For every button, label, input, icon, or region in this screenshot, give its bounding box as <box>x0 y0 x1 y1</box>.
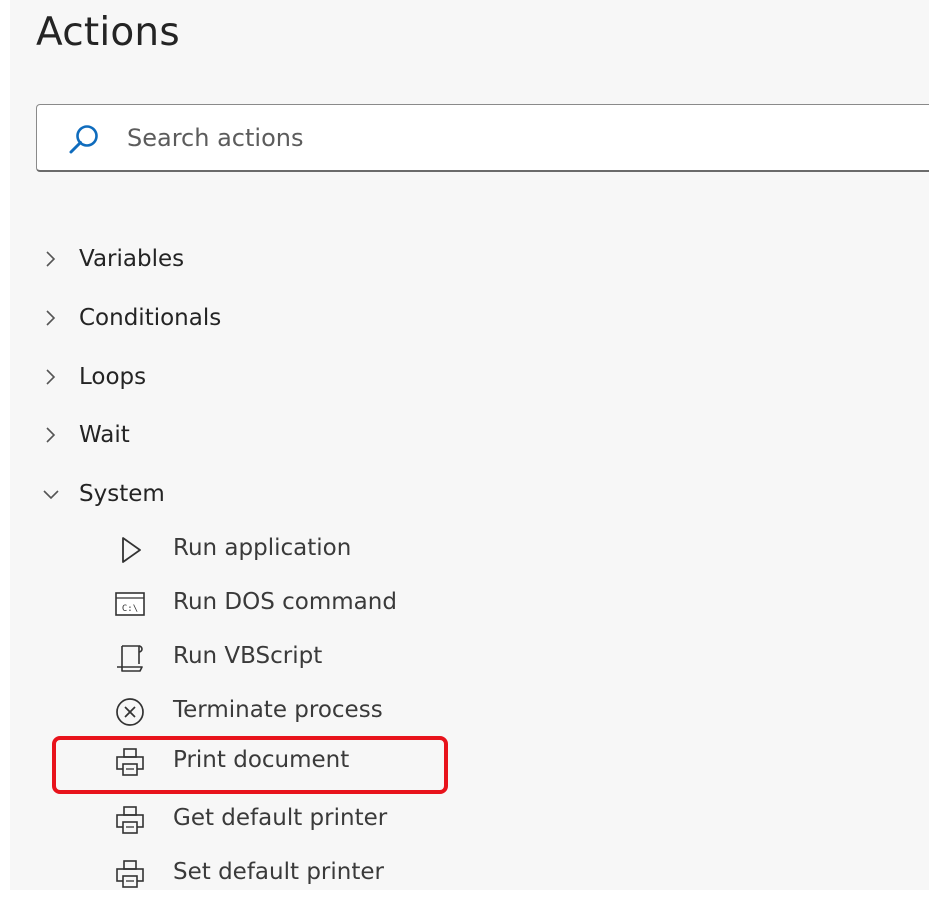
chevron-right-icon <box>46 251 56 267</box>
action-label: Terminate process <box>173 697 383 723</box>
printer-icon <box>116 806 144 834</box>
script-icon <box>117 645 143 672</box>
action-run-dos-command[interactable]: C:\ Run DOS command <box>52 578 448 628</box>
group-label: Wait <box>79 422 130 448</box>
group-label: Loops <box>79 364 147 390</box>
panel-title: Actions <box>36 10 180 55</box>
chevron-down-icon <box>43 490 59 500</box>
printer-icon <box>116 860 144 888</box>
printer-icon <box>116 748 144 776</box>
group-conditionals[interactable]: Conditionals <box>40 296 221 340</box>
action-terminate-process[interactable]: Terminate process <box>52 686 448 736</box>
group-system[interactable]: System <box>40 472 165 516</box>
group-label: Variables <box>79 246 185 272</box>
actions-panel: Actions Variables Conditionals Loops Wai… <box>10 0 929 890</box>
action-label: Get default printer <box>173 805 388 831</box>
action-run-application[interactable]: Run application <box>52 524 448 574</box>
action-set-default-printer[interactable]: Set default printer <box>52 848 448 898</box>
group-label: System <box>79 481 165 507</box>
search-icon <box>69 125 98 154</box>
search-box[interactable] <box>36 104 929 172</box>
dos-icon-text: C:\ <box>122 604 138 614</box>
action-label: Run VBScript <box>173 643 323 669</box>
chevron-right-icon <box>46 427 56 443</box>
group-wait[interactable]: Wait <box>40 413 130 457</box>
action-get-default-printer[interactable]: Get default printer <box>52 794 448 844</box>
action-label: Run DOS command <box>173 589 397 615</box>
chevron-right-icon <box>46 369 56 385</box>
action-label: Print document <box>173 747 350 773</box>
group-label: Conditionals <box>79 305 222 331</box>
search-input[interactable] <box>127 117 907 159</box>
action-print-document[interactable]: Print document <box>52 736 448 794</box>
action-run-vbscript[interactable]: Run VBScript <box>52 632 448 682</box>
action-label: Set default printer <box>173 859 384 885</box>
play-icon <box>122 537 141 563</box>
close-circle-icon <box>116 698 144 726</box>
dos-command-icon: C:\ <box>115 592 145 616</box>
group-variables[interactable]: Variables <box>40 237 184 281</box>
chevron-right-icon <box>46 310 56 326</box>
action-label: Run application <box>173 535 352 561</box>
group-loops[interactable]: Loops <box>40 355 146 399</box>
